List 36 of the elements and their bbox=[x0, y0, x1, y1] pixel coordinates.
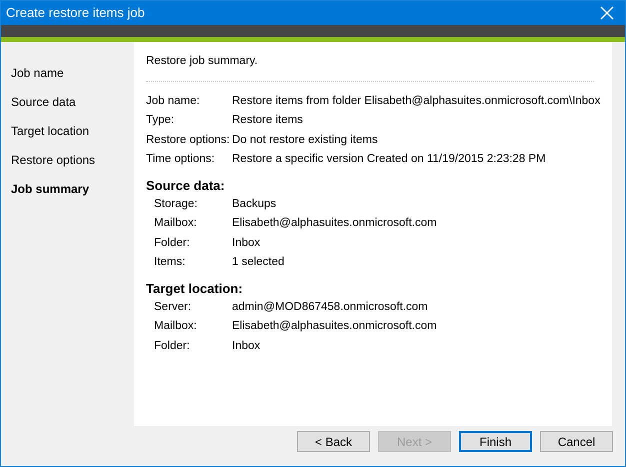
field-label: Folder: bbox=[154, 338, 191, 354]
field-value: Elisabeth@alphasuites.onmicrosoft.com bbox=[232, 319, 437, 334]
field-value: Do not restore existing items bbox=[232, 132, 378, 148]
field-value: Restore a specific version Created on 11/19/2015 2:23:28 PM bbox=[232, 152, 546, 168]
close-button[interactable] bbox=[599, 5, 615, 21]
step-item[interactable]: Target location bbox=[11, 122, 134, 139]
field-label: Server: bbox=[154, 300, 192, 315]
field-value: Inbox bbox=[232, 338, 260, 354]
field-value: Restore items from folder Elisabeth@alphasuites.onmicrosoft.com\Inbox bbox=[232, 94, 600, 109]
field-label: Mailbox: bbox=[154, 319, 198, 334]
step-item[interactable]: Restore options bbox=[11, 151, 134, 168]
step-item[interactable]: Job summary bbox=[11, 180, 134, 197]
field-value: Inbox bbox=[232, 236, 260, 251]
field-label: Time options: bbox=[146, 152, 216, 168]
section-title: Source data: bbox=[146, 177, 226, 194]
field-label: Job name: bbox=[146, 94, 201, 109]
field-label: Mailbox: bbox=[154, 216, 198, 232]
dialog-button[interactable]: Cancel bbox=[540, 431, 613, 452]
step-item[interactable]: Source data bbox=[11, 93, 134, 110]
step-item[interactable]: Job name bbox=[11, 64, 134, 81]
field-label: Restore options: bbox=[146, 132, 231, 148]
dialog-button[interactable]: < Back bbox=[297, 431, 370, 452]
field-value: Elisabeth@alphasuites.onmicrosoft.com bbox=[232, 216, 437, 232]
section-title: Target location: bbox=[146, 280, 244, 297]
field-label: Type: bbox=[146, 113, 176, 128]
dialog-button[interactable]: Finish bbox=[459, 431, 532, 452]
field-label: Storage: bbox=[154, 196, 198, 212]
summary-heading: Restore job summary. bbox=[146, 54, 259, 69]
field-value: Restore items bbox=[232, 113, 303, 128]
close-icon bbox=[600, 6, 614, 20]
field-value: Backups bbox=[232, 196, 276, 212]
field-value: admin@MOD867458.onmicrosoft.com bbox=[232, 300, 428, 315]
field-label: Items: bbox=[154, 255, 186, 270]
field-value: 1 selected bbox=[232, 255, 284, 270]
field-label: Folder: bbox=[154, 236, 191, 251]
window-title: Create restore items job bbox=[6, 4, 145, 22]
